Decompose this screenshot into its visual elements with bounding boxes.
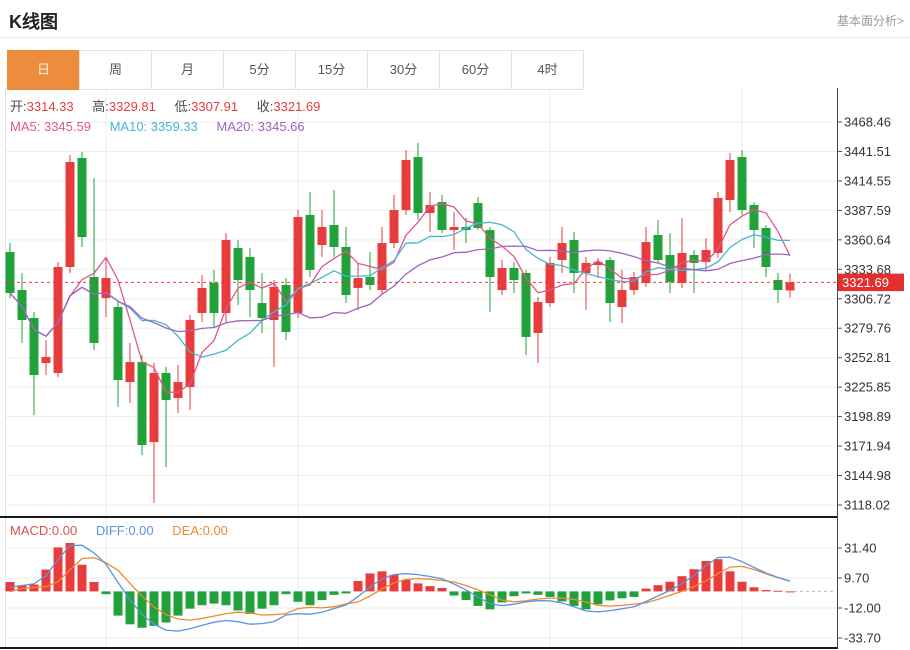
- ma20-value: 3345.66: [258, 119, 305, 134]
- ma20-label: MA20:: [216, 119, 254, 134]
- svg-text:3225.85: 3225.85: [844, 380, 891, 395]
- ma10-label: MA10:: [110, 119, 148, 134]
- close-value: 3321.69: [273, 99, 320, 114]
- low-value: 3307.91: [191, 99, 238, 114]
- diff-label: DIFF:: [96, 523, 129, 538]
- high-label: 高:: [92, 99, 109, 114]
- macd-legend: MACD:0.00 DIFF:0.00 DEA:0.00: [10, 523, 243, 538]
- fundamental-analysis-link[interactable]: 基本面分析>: [837, 12, 904, 29]
- svg-text:3144.98: 3144.98: [844, 468, 891, 483]
- svg-text:3321.69: 3321.69: [842, 275, 889, 290]
- svg-text:9.70: 9.70: [844, 570, 869, 585]
- kline-widget: 3468.463441.513414.553387.593360.643333.…: [0, 0, 910, 650]
- period-tabbar: 日周月5分15分30分60分4时: [8, 50, 584, 90]
- header-divider: [0, 37, 910, 38]
- open-value: 3314.33: [27, 99, 74, 114]
- svg-text:3252.81: 3252.81: [844, 350, 891, 365]
- svg-text:3279.76: 3279.76: [844, 321, 891, 336]
- tab-30min[interactable]: 30分: [367, 50, 440, 90]
- svg-text:3441.51: 3441.51: [844, 144, 891, 159]
- open-label: 开:: [10, 99, 27, 114]
- macd-axis-labels: 31.40 9.70 -12.00 -33.70: [837, 540, 881, 645]
- svg-text:3306.72: 3306.72: [844, 291, 891, 306]
- tab-60min[interactable]: 60分: [439, 50, 512, 90]
- dea-value: 0.00: [203, 523, 228, 538]
- high-value: 3329.81: [109, 99, 156, 114]
- dea-label: DEA:: [172, 523, 202, 538]
- svg-text:3360.64: 3360.64: [844, 232, 891, 247]
- tab-month[interactable]: 月: [151, 50, 224, 90]
- macd-chart-area[interactable]: [5, 519, 837, 647]
- ma-legend: MA5: 3345.59 MA10: 3359.33 MA20: 3345.66: [10, 119, 320, 134]
- svg-text:31.40: 31.40: [844, 540, 877, 555]
- svg-text:3387.59: 3387.59: [844, 203, 891, 218]
- ohlc-legend: 开:3314.33 高:3329.81 低:3307.91 收:3321.69: [10, 96, 335, 115]
- svg-text:3171.94: 3171.94: [844, 439, 891, 454]
- svg-text:3198.89: 3198.89: [844, 409, 891, 424]
- current-price-badge: 3321.69: [838, 274, 904, 292]
- low-label: 低:: [175, 99, 192, 114]
- svg-text:3118.02: 3118.02: [844, 497, 890, 512]
- macd-value: 0.00: [52, 523, 77, 538]
- diff-value: 0.00: [128, 523, 153, 538]
- close-label: 收:: [257, 99, 274, 114]
- ma10-value: 3359.33: [151, 119, 198, 134]
- tab-week[interactable]: 周: [79, 50, 152, 90]
- ma5-value: 3345.59: [44, 119, 91, 134]
- main-chart-area[interactable]: [5, 88, 837, 516]
- svg-text:3468.46: 3468.46: [844, 115, 891, 130]
- ma5-label: MA5:: [10, 119, 40, 134]
- tab-day[interactable]: 日: [7, 50, 80, 90]
- svg-text:-12.00: -12.00: [844, 600, 881, 615]
- svg-text:3414.55: 3414.55: [844, 173, 891, 188]
- tab-4hour[interactable]: 4时: [511, 50, 584, 90]
- page-title: K线图: [9, 8, 58, 34]
- macd-label: MACD:: [10, 523, 52, 538]
- tab-5min[interactable]: 5分: [223, 50, 296, 90]
- tab-15min[interactable]: 15分: [295, 50, 368, 90]
- svg-text:-33.70: -33.70: [844, 630, 881, 645]
- price-axis-labels: 3468.463441.513414.553387.593360.643333.…: [837, 115, 891, 513]
